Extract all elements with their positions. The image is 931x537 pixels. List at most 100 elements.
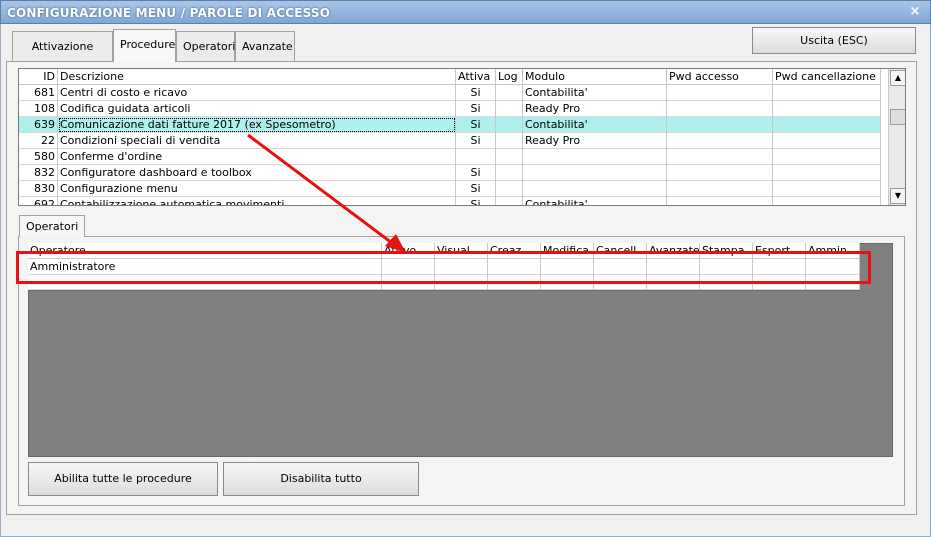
cell-id[interactable]: 22: [19, 133, 58, 149]
col-header-cancell[interactable]: Cancell.: [594, 243, 647, 259]
cell-id[interactable]: 832: [19, 165, 58, 181]
cell-attiva[interactable]: Si: [456, 101, 496, 117]
col-header-ammin[interactable]: Ammin.: [806, 243, 860, 259]
cell-pwd-cancellazione[interactable]: [773, 85, 881, 101]
table-row[interactable]: 639 Comunicazione dati fatture 2017 (ex S…: [19, 117, 881, 133]
cell-pwd-cancellazione[interactable]: [773, 149, 881, 165]
cell-id[interactable]: 580: [19, 149, 58, 165]
scroll-up-icon[interactable]: ▲: [890, 70, 905, 86]
col-header-log[interactable]: Log: [496, 69, 523, 85]
cell-pwd-accesso[interactable]: [667, 197, 773, 205]
cell-descrizione[interactable]: Contabilizzazione automatica movimenti: [58, 197, 456, 205]
cell-descrizione[interactable]: Configurazione menu: [58, 181, 456, 197]
cell-pwd-accesso[interactable]: [667, 181, 773, 197]
cell-descrizione[interactable]: Codifica guidata articoli: [58, 101, 456, 117]
cell-pwd-accesso[interactable]: [667, 85, 773, 101]
cell-permission[interactable]: [594, 259, 647, 275]
cell-permission[interactable]: [488, 259, 541, 275]
col-header-descrizione[interactable]: Descrizione: [58, 69, 456, 85]
cell-log[interactable]: [496, 101, 523, 117]
cell-pwd-accesso[interactable]: [667, 117, 773, 133]
col-header-operatore[interactable]: Operatore: [28, 243, 382, 259]
exit-button[interactable]: Uscita (ESC): [752, 27, 916, 54]
cell-modulo[interactable]: Contabilita': [523, 197, 667, 205]
col-header-attivo[interactable]: Attivo: [382, 243, 435, 259]
cell-log[interactable]: [496, 181, 523, 197]
tab-operatori-inner[interactable]: Operatori: [19, 215, 86, 237]
cell-id[interactable]: 830: [19, 181, 58, 197]
tab-procedure[interactable]: Procedure: [113, 29, 176, 62]
tab-operatori[interactable]: Operatori: [176, 31, 235, 61]
close-icon[interactable]: ×: [906, 4, 924, 20]
cell-pwd-cancellazione[interactable]: [773, 165, 881, 181]
cell-permission[interactable]: [753, 259, 806, 275]
cell-attiva[interactable]: Si: [456, 133, 496, 149]
cell-pwd-cancellazione[interactable]: [773, 181, 881, 197]
col-header-creaz[interactable]: Creaz.: [488, 243, 541, 259]
cell-descrizione[interactable]: Condizioni speciali di vendita: [58, 133, 456, 149]
cell-pwd-accesso[interactable]: [667, 165, 773, 181]
tab-attivazione-moduli[interactable]: Attivazione moduli: [12, 31, 113, 83]
cell-permission[interactable]: [647, 259, 700, 275]
cell-descrizione[interactable]: Centri di costo e ricavo: [58, 85, 456, 101]
procedures-scrollbar[interactable]: ▲ ▼: [888, 69, 905, 205]
cell-log[interactable]: [496, 85, 523, 101]
scroll-thumb[interactable]: [890, 109, 905, 125]
table-row[interactable]: 832 Configuratore dashboard e toolbox Si: [19, 165, 881, 181]
col-header-stampa[interactable]: Stampa: [700, 243, 753, 259]
cell-pwd-accesso[interactable]: [667, 149, 773, 165]
cell-pwd-accesso[interactable]: [667, 133, 773, 149]
cell-attiva[interactable]: Si: [456, 85, 496, 101]
cell-operatore[interactable]: Amministratore: [28, 259, 382, 275]
cell-log[interactable]: [496, 165, 523, 181]
cell-log[interactable]: [496, 197, 523, 205]
cell-attiva[interactable]: Si: [456, 117, 496, 133]
cell-modulo[interactable]: Ready Pro: [523, 101, 667, 117]
cell-id[interactable]: 108: [19, 101, 58, 117]
table-row[interactable]: 692 Contabilizzazione automatica moviment…: [19, 197, 881, 205]
cell-log[interactable]: [496, 117, 523, 133]
cell-descrizione[interactable]: Configuratore dashboard e toolbox: [58, 165, 456, 181]
tab-avanzate[interactable]: Avanzate: [235, 31, 295, 61]
cell-id[interactable]: 639: [19, 117, 58, 133]
scroll-down-icon[interactable]: ▼: [890, 188, 905, 204]
col-header-modifica[interactable]: Modifica: [541, 243, 594, 259]
cell-pwd-cancellazione[interactable]: [773, 117, 881, 133]
table-row[interactable]: 22 Condizioni speciali di vendita Si Ready …: [19, 133, 881, 149]
cell-log[interactable]: [496, 133, 523, 149]
enable-all-procedures-button[interactable]: Abilita tutte le procedure: [28, 462, 218, 496]
table-row[interactable]: 681 Centri di costo e ricavo Si Contabilita…: [19, 85, 881, 101]
cell-attiva[interactable]: Si: [456, 165, 496, 181]
cell-modulo[interactable]: Contabilita': [523, 85, 667, 101]
cell-attiva[interactable]: Si: [456, 181, 496, 197]
col-header-visual[interactable]: Visual.: [435, 243, 488, 259]
cell-pwd-accesso[interactable]: [667, 101, 773, 117]
cell-descrizione[interactable]: Comunicazione dati fatture 2017 (ex Spes…: [58, 117, 456, 133]
cell-permission[interactable]: [700, 259, 753, 275]
cell-attiva[interactable]: Si: [456, 197, 496, 205]
col-header-esport[interactable]: Esport.: [753, 243, 806, 259]
cell-id[interactable]: 681: [19, 85, 58, 101]
cell-attiva[interactable]: [456, 149, 496, 165]
col-header-pwd-accesso[interactable]: Pwd accesso: [667, 69, 773, 85]
cell-modulo[interactable]: Ready Pro: [523, 133, 667, 149]
table-row[interactable]: 830 Configurazione menu Si: [19, 181, 881, 197]
col-header-avanzate[interactable]: Avanzate: [647, 243, 700, 259]
cell-permission[interactable]: [382, 259, 435, 275]
cell-permission[interactable]: [806, 259, 860, 275]
cell-pwd-cancellazione[interactable]: [773, 197, 881, 205]
col-header-pwd-cancellazione[interactable]: Pwd cancellazione: [773, 69, 881, 85]
col-header-attiva[interactable]: Attiva: [456, 69, 496, 85]
cell-modulo[interactable]: [523, 149, 667, 165]
cell-log[interactable]: [496, 149, 523, 165]
cell-pwd-cancellazione[interactable]: [773, 101, 881, 117]
cell-id[interactable]: 692: [19, 197, 58, 205]
disable-all-button[interactable]: Disabilita tutto: [223, 462, 419, 496]
col-header-id[interactable]: ID: [19, 69, 58, 85]
table-row[interactable]: 108 Codifica guidata articoli Si Ready Pro: [19, 101, 881, 117]
cell-pwd-cancellazione[interactable]: [773, 133, 881, 149]
cell-modulo[interactable]: [523, 181, 667, 197]
cell-permission[interactable]: [541, 259, 594, 275]
table-row[interactable]: Amministratore: [28, 259, 860, 275]
cell-modulo[interactable]: [523, 165, 667, 181]
